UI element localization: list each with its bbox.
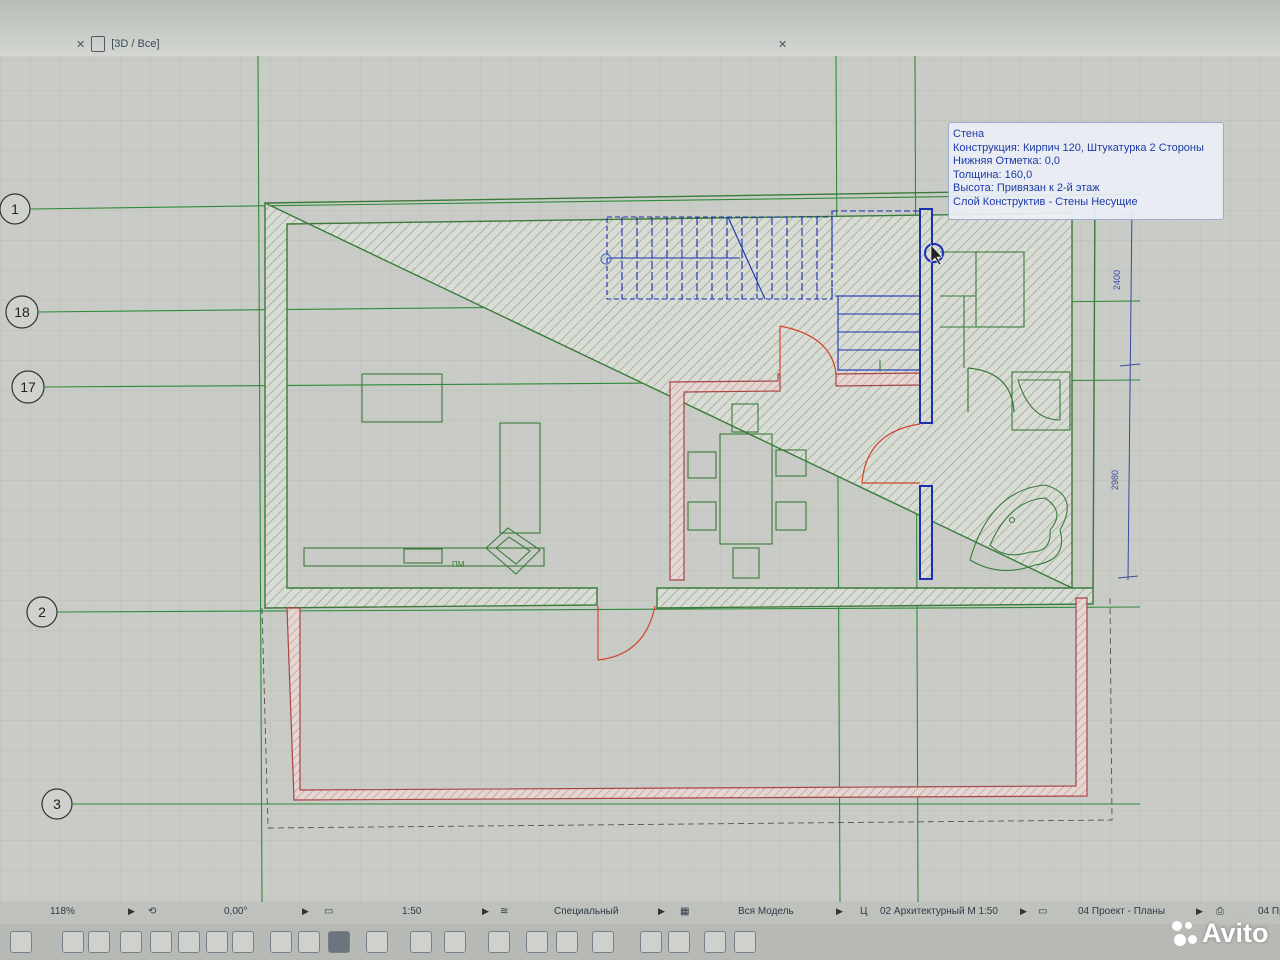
model-view-option[interactable]: Вся Модель — [738, 906, 794, 917]
layer-arrow-icon[interactable]: ▶ — [658, 906, 665, 917]
close-icon[interactable]: ✕ — [778, 38, 787, 51]
tooltip-thickness: Толщина: 160,0 — [953, 168, 1033, 181]
sink-label: ПМ — [452, 560, 465, 569]
view-map-arrow-icon[interactable]: ▶ — [1020, 906, 1027, 917]
avito-watermark: Avito — [1172, 918, 1269, 949]
guide-icon[interactable] — [178, 931, 200, 953]
angle-value[interactable]: 0,00° — [224, 906, 247, 917]
3d-window-icon — [91, 36, 106, 52]
wand-settings-icon[interactable] — [232, 931, 254, 953]
walk-icon[interactable] — [62, 931, 84, 953]
layout-arrow-icon[interactable]: ▶ — [1196, 906, 1203, 917]
section-icon[interactable] — [488, 931, 510, 953]
avito-text: Avito — [1202, 918, 1269, 948]
surface-icon[interactable] — [444, 931, 466, 953]
layers-icon: ≋ — [500, 906, 509, 917]
settings-icon[interactable] — [734, 931, 756, 953]
render-icon[interactable] — [410, 931, 432, 953]
selected-wall[interactable] — [919, 208, 933, 580]
view-map-option[interactable]: 02 Архитектурный М 1:50 — [880, 906, 998, 917]
axis-3-label: 3 — [53, 796, 61, 812]
model-view-icon: ▦ — [680, 906, 690, 917]
zoom-value[interactable]: 118% — [50, 906, 75, 917]
layout-option[interactable]: 04 Проект - Планы — [1078, 906, 1165, 917]
scale-icon: ▭ — [324, 906, 334, 917]
dimension-icon: Ц — [860, 906, 868, 917]
angle-arrow-icon[interactable]: ▶ — [302, 906, 309, 917]
tooltip-layer: Слой Конструктив - Стены Несущие — [953, 195, 1138, 208]
tooltip-height: Высота: Привязан к 2-й этаж — [953, 182, 1100, 195]
layout-icon: ▭ — [1038, 906, 1048, 917]
tracker-icon[interactable] — [10, 931, 32, 953]
tooltip-title: Стена — [953, 128, 985, 140]
scale-value[interactable]: 1:50 — [402, 906, 421, 917]
window-top-bar: ✕ [3D / Все] ✕ — [0, 0, 1280, 56]
camera-icon[interactable] — [592, 931, 614, 953]
model-view-arrow-icon[interactable]: ▶ — [836, 906, 843, 917]
axis-2-label: 2 — [38, 604, 46, 620]
scale-arrow-icon[interactable]: ▶ — [482, 906, 489, 917]
axis-1-label: 1 — [11, 201, 19, 217]
bottom-toolbar — [0, 924, 1280, 960]
zoom-arrow-icon[interactable]: ▶ — [128, 906, 135, 917]
globe-icon[interactable] — [88, 931, 110, 953]
status-bar: 118% ▶ ⟲ 0,00° ▶ ▭ 1:50 ▶ ≋ Специальный … — [0, 902, 1280, 924]
layer-combination[interactable]: Специальный — [554, 906, 618, 917]
layers-toggle-icon[interactable] — [328, 931, 350, 953]
fit-in-window-icon[interactable] — [366, 931, 388, 953]
link-icon[interactable] — [704, 931, 726, 953]
building-icon[interactable] — [668, 931, 690, 953]
rotate-icon[interactable]: ⟲ — [148, 906, 156, 917]
axis-17-label: 17 — [20, 379, 36, 395]
display-icon[interactable] — [640, 931, 662, 953]
magic-wand-icon[interactable] — [206, 931, 228, 953]
axis-18-label: 18 — [14, 304, 30, 320]
view-tab[interactable]: ✕ [3D / Все] — [76, 34, 160, 54]
close-tab-icon[interactable]: ✕ — [76, 38, 85, 51]
pencil-icon[interactable] — [556, 931, 578, 953]
tooltip-bottom-elevation: Нижняя Отметка: 0,0 — [953, 155, 1061, 168]
avito-logo-icon — [1172, 920, 1198, 947]
element-info-tooltip: Стена Конструкция: Кирпич 120, Штукатурк… — [948, 122, 1224, 220]
dimension-lower: 2980 — [1110, 470, 1120, 490]
grid-snap-icon[interactable] — [150, 931, 172, 953]
dimension-upper: 2400 — [1112, 270, 1122, 290]
brush-icon[interactable] — [526, 931, 548, 953]
view-tab-title: [3D / Все] — [111, 38, 160, 50]
snap-icon[interactable] — [120, 931, 142, 953]
print-icon[interactable]: ⎙ — [1216, 906, 1224, 917]
copy-icon[interactable] — [270, 931, 292, 953]
paste-icon[interactable] — [298, 931, 320, 953]
layout-option-2[interactable]: 04 Пр — [1258, 906, 1280, 917]
tooltip-construction: Конструкция: Кирпич 120, Штукатурка 2 Ст… — [953, 141, 1204, 154]
